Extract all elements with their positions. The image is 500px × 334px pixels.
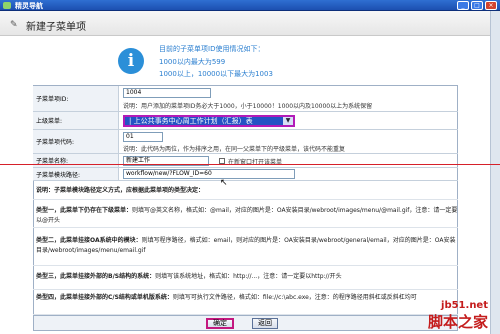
type-4-heading: 类型四，此菜单挂接外部的C/S结构或单机版系统： — [36, 294, 173, 301]
watermark-brand: 脚本之家 — [427, 313, 488, 331]
info-banner: i 目前的子菜单项ID使用情况如下： 1000以内最大为599 1000以上，1… — [118, 42, 386, 89]
form-footer: 确定 返回 — [33, 315, 458, 331]
page-header: ✎ 新建子菜单项 — [0, 11, 500, 36]
type-3-text: 则填写该系统地址，格式如：http://...，注意：请一定要以http://开… — [155, 273, 342, 280]
close-icon[interactable]: × — [485, 1, 497, 10]
ok-button[interactable]: 确定 — [206, 318, 234, 329]
divider-line — [0, 164, 500, 165]
chevron-down-icon[interactable]: ▼ — [283, 117, 293, 125]
explain-type-3: 类型三，此菜单挂接外部的B/S结构的系统：则填写该系统地址，格式如：http:/… — [33, 266, 458, 290]
module-path-label: 子菜单模块路径: — [33, 168, 119, 180]
menu-id-label: 子菜单项ID: — [33, 86, 119, 111]
row-menu-name: 子菜单名称: 新建工作 在新窗口打开该菜单 — [33, 154, 458, 168]
menu-name-label: 子菜单名称: — [33, 154, 119, 167]
menu-code-input[interactable]: 01 — [123, 132, 163, 142]
site-watermark: jb51.net 脚本之家 — [428, 300, 488, 332]
type-4-text: 则填写可执行文件路径，格式如：file://c:\abc.exe，注意：的程序路… — [172, 294, 417, 301]
page-title: 新建子菜单项 — [26, 22, 86, 33]
row-menu-id: 子菜单项ID: 1004 说明：用户添加的菜单项ID务必大于1000，小于100… — [33, 86, 458, 112]
window-title: 精灵导航 — [15, 2, 43, 10]
menu-id-note: 说明：用户添加的菜单项ID务必大于1000，小于10000！1000以内及100… — [123, 103, 373, 110]
explain-type-4: 类型四，此菜单挂接外部的C/S结构或单机版系统：则填写可执行文件路径，格式如：f… — [33, 290, 458, 315]
banner-line-3: 1000以上，10000以下最大为1003 — [159, 70, 273, 78]
menu-id-input[interactable]: 1004 — [123, 88, 211, 98]
type-3-heading: 类型三，此菜单挂接外部的B/S结构的系统： — [36, 273, 156, 280]
banner-line-2: 1000以内最大为599 — [159, 58, 226, 66]
window-titlebar: 精灵导航 _ □ × — [0, 0, 500, 11]
parent-menu-select[interactable]: | 上公共事务中心周工作计划（汇报）表 ▼ — [123, 115, 295, 127]
type-1-heading: 类型一，此菜单下仍存在下级菜单： — [36, 207, 133, 214]
back-button[interactable]: 返回 — [252, 318, 278, 329]
parent-menu-label: 上级菜单: — [33, 112, 119, 129]
type-2-heading: 类型二，此菜单挂接OA系统中的模块： — [36, 237, 142, 244]
minimize-icon[interactable]: _ — [457, 1, 469, 10]
menu-code-label: 子菜单项代码: — [33, 130, 119, 153]
row-parent-menu: 上级菜单: | 上公共事务中心周工作计划（汇报）表 ▼ — [33, 112, 458, 130]
menu-code-note: 说明：此代码为两位，作为排序之用，在同一父菜单下的平级菜单，该代码不能重复 — [123, 146, 346, 153]
maximize-icon[interactable]: □ — [471, 1, 483, 10]
watermark-site: jb51.net — [441, 300, 488, 311]
pencil-icon: ✎ — [10, 20, 18, 30]
row-menu-code: 子菜单项代码: 01 说明：此代码为两位，作为排序之用，在同一父菜单下的平级菜单… — [33, 130, 458, 154]
scrollbar[interactable] — [490, 11, 500, 334]
row-module-path: 子菜单模块路径: workflow/new/?FLOW_ID=60 — [33, 168, 458, 181]
banner-line-1: 目前的子菜单项ID使用情况如下： — [159, 45, 265, 53]
app-logo-icon — [3, 2, 11, 9]
explain-type-2: 类型二，此菜单挂接OA系统中的模块：则填写程序路径，格式如：email，则对应的… — [33, 228, 458, 266]
explain-intro: 说明：子菜单模块路径定义方式，应根据此菜单项的类型决定： — [33, 182, 458, 200]
module-path-input[interactable]: workflow/new/?FLOW_ID=60 — [123, 169, 295, 179]
info-icon: i — [118, 48, 144, 74]
explain-type-1: 类型一，此菜单下仍存在下级菜单：则填写@英文名称，格式如：@mail，对应的图片… — [33, 200, 458, 228]
parent-menu-selected: | 上公共事务中心周工作计划（汇报）表 — [129, 117, 253, 125]
window-controls: _ □ × — [457, 1, 497, 10]
